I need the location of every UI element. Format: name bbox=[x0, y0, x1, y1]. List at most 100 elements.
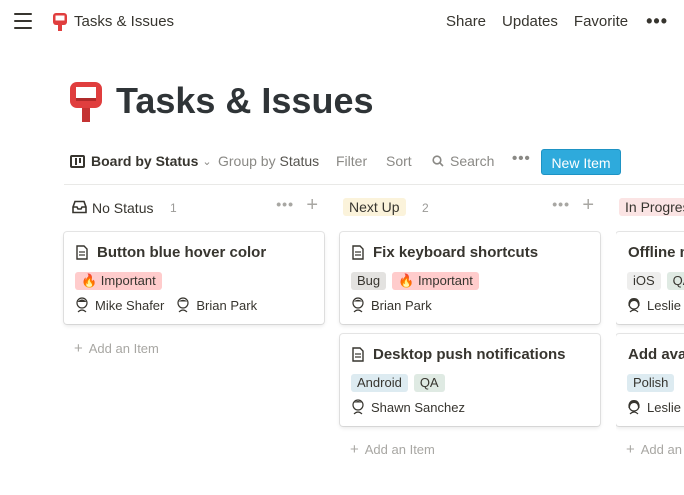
top-bar: Tasks & Issues Share Updates Favorite ••… bbox=[0, 0, 684, 44]
person-name: Brian Park bbox=[196, 297, 258, 313]
avatar bbox=[628, 298, 640, 313]
breadcrumb-title[interactable]: Tasks & Issues bbox=[74, 13, 174, 30]
board-card[interactable]: Desktop push notifications Android QA Sh… bbox=[340, 334, 600, 426]
add-item-label: Add an Item bbox=[88, 341, 159, 356]
add-item-link[interactable]: + Add an Item bbox=[626, 441, 684, 458]
card-title: Button blue hover color bbox=[97, 244, 267, 261]
search-button[interactable]: Search bbox=[432, 153, 494, 169]
add-item-link[interactable]: + Add an Item bbox=[350, 441, 435, 458]
tag-important: 🔥 Important bbox=[392, 272, 479, 290]
avatar bbox=[76, 297, 88, 313]
tag-ios: iOS bbox=[627, 272, 661, 290]
column-title: In Progress bbox=[619, 198, 684, 216]
person: Shawn Sanchez bbox=[351, 399, 465, 415]
column-header: No Status 1 ••• + bbox=[64, 194, 324, 222]
person-name: Leslie bbox=[647, 297, 681, 313]
document-icon bbox=[76, 245, 88, 260]
card-tags: Android QA bbox=[351, 374, 451, 392]
mailbox-icon bbox=[70, 82, 102, 122]
card-people: Brian Park bbox=[351, 297, 444, 313]
group-by-prefix: Group by bbox=[218, 153, 280, 169]
column-title: Next Up bbox=[343, 198, 406, 216]
board-view-icon bbox=[70, 154, 85, 168]
favorite-button[interactable]: Favorite bbox=[574, 13, 628, 30]
board-card[interactable]: Fix keyboard shortcuts Bug 🔥 Important B… bbox=[340, 232, 600, 324]
updates-button[interactable]: Updates bbox=[502, 13, 558, 30]
view-switcher[interactable]: Board by Status ⌄ bbox=[70, 153, 212, 169]
mailbox-icon bbox=[53, 13, 67, 31]
column-header: In Progress bbox=[616, 194, 684, 222]
avatar bbox=[352, 399, 364, 415]
filter-button[interactable]: Filter bbox=[336, 153, 367, 169]
board-card[interactable]: Offline mode iOS QA Leslie bbox=[616, 232, 684, 324]
page-title[interactable]: Tasks & Issues bbox=[116, 80, 373, 122]
board-column-next-up: Next Up 2 ••• + Fix keyboard shortcuts B… bbox=[340, 194, 600, 458]
add-item-label: Add an Item bbox=[640, 442, 684, 457]
group-by-button[interactable]: Group by Status bbox=[218, 153, 319, 169]
document-icon bbox=[352, 347, 364, 362]
more-options-icon[interactable]: ••• bbox=[646, 12, 668, 30]
plus-icon: + bbox=[74, 340, 83, 357]
column-more-icon[interactable]: ••• bbox=[276, 196, 294, 212]
board-column-no-status: No Status 1 ••• + Button blue hover colo… bbox=[64, 194, 324, 357]
tag-android: Android bbox=[351, 374, 408, 392]
board-card[interactable]: Button blue hover color 🔥 Important Mike… bbox=[64, 232, 324, 324]
search-label: Search bbox=[450, 153, 495, 169]
column-count: 1 bbox=[170, 201, 177, 215]
tag-bug: Bug bbox=[351, 272, 387, 290]
card-tags: Polish bbox=[627, 374, 680, 392]
card-people: Leslie bbox=[627, 297, 684, 313]
sort-button[interactable]: Sort bbox=[386, 153, 412, 169]
person: Brian Park bbox=[176, 297, 257, 313]
search-icon bbox=[432, 155, 444, 167]
share-button[interactable]: Share bbox=[446, 13, 486, 30]
board-card[interactable]: Add avatars Polish Leslie bbox=[616, 334, 684, 426]
inbox-icon bbox=[72, 200, 87, 214]
group-by-value: Status bbox=[279, 153, 320, 169]
document-icon bbox=[352, 245, 364, 260]
column-count: 2 bbox=[422, 201, 429, 215]
add-item-label: Add an Item bbox=[364, 442, 435, 457]
new-item-button[interactable]: New Item bbox=[541, 149, 621, 175]
card-title: Fix keyboard shortcuts bbox=[373, 244, 539, 261]
card-people: Shawn Sanchez bbox=[351, 399, 477, 415]
card-people: Leslie bbox=[627, 399, 684, 415]
column-add-icon[interactable]: + bbox=[582, 194, 594, 216]
card-title-row: Button blue hover color bbox=[76, 244, 266, 261]
person-name: Mike Shafer bbox=[95, 297, 165, 313]
person-name: Leslie bbox=[647, 399, 681, 415]
avatar bbox=[628, 400, 640, 415]
person: Leslie bbox=[627, 297, 681, 313]
avatar bbox=[177, 297, 189, 313]
card-title-row: Desktop push notifications bbox=[352, 346, 566, 363]
card-title-row: Fix keyboard shortcuts bbox=[352, 244, 538, 261]
person: Mike Shafer bbox=[75, 297, 164, 313]
card-title: Desktop push notifications bbox=[373, 346, 566, 363]
column-add-icon[interactable]: + bbox=[306, 194, 318, 216]
plus-icon: + bbox=[626, 441, 635, 458]
tag-qa: QA bbox=[666, 272, 684, 290]
person-name: Shawn Sanchez bbox=[371, 399, 465, 415]
card-title-row: Add avatars bbox=[628, 346, 684, 363]
column-header: Next Up 2 ••• + bbox=[340, 194, 600, 222]
column-title: No Status bbox=[92, 200, 154, 216]
card-title-row: Offline mode bbox=[628, 244, 684, 261]
column-more-icon[interactable]: ••• bbox=[552, 196, 570, 212]
add-item-link[interactable]: + Add an Item bbox=[74, 340, 159, 357]
card-title: Add avatars bbox=[628, 346, 684, 363]
plus-icon: + bbox=[350, 441, 359, 458]
menu-icon[interactable] bbox=[14, 13, 32, 29]
view-toolbar: Board by Status ⌄ Group by Status Filter… bbox=[70, 148, 684, 176]
more-options-icon[interactable]: ••• bbox=[512, 150, 531, 167]
person-name: Brian Park bbox=[371, 297, 432, 313]
person: Brian Park bbox=[351, 297, 432, 313]
card-tags: Bug 🔥 Important bbox=[351, 272, 485, 290]
card-people: Mike Shafer Brian Park bbox=[75, 297, 269, 313]
tag-polish: Polish bbox=[627, 374, 675, 392]
tag-qa: QA bbox=[413, 374, 445, 392]
board-column-clip: In Progress Offline mode iOS QA Leslie A… bbox=[616, 194, 684, 495]
card-title: Offline mode bbox=[628, 244, 684, 261]
chevron-down-icon: ⌄ bbox=[202, 155, 212, 168]
divider bbox=[64, 184, 684, 185]
avatar bbox=[352, 297, 364, 313]
